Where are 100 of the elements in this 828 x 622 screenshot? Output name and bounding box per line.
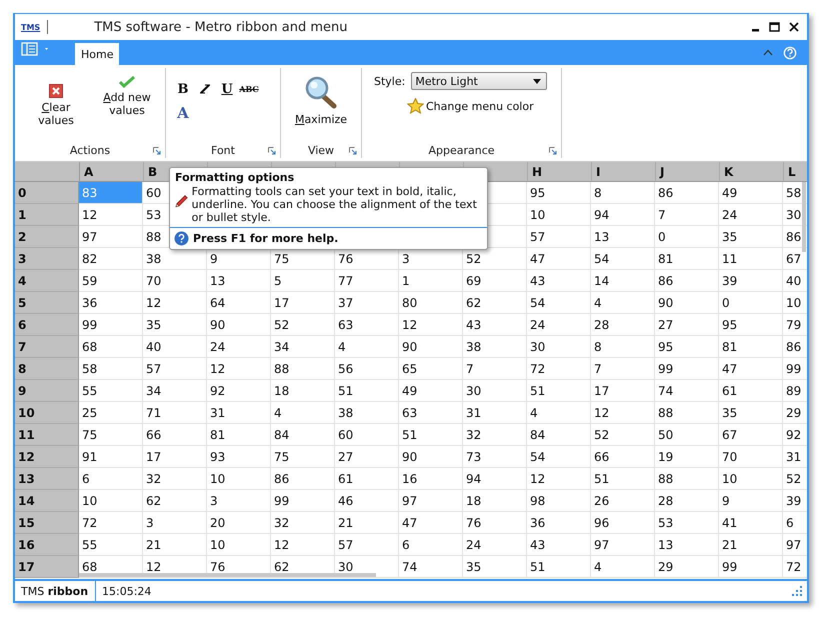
bold-button[interactable]: B bbox=[172, 80, 194, 98]
table-cell[interactable]: 12 bbox=[271, 534, 335, 556]
table-cell[interactable]: 94 bbox=[463, 468, 527, 490]
table-cell[interactable]: 47 bbox=[527, 248, 591, 270]
table-cell[interactable]: 7 bbox=[591, 358, 655, 380]
table-cell[interactable]: 69 bbox=[463, 270, 527, 292]
dialog-launcher-icon[interactable] bbox=[549, 147, 557, 155]
table-cell[interactable]: 72 bbox=[527, 358, 591, 380]
table-cell[interactable]: 12 bbox=[207, 358, 271, 380]
table-cell[interactable]: 41 bbox=[719, 512, 783, 534]
table-cell[interactable]: 86 bbox=[783, 336, 807, 358]
table-cell[interactable]: 99 bbox=[79, 314, 143, 336]
table-cell[interactable]: 62 bbox=[463, 292, 527, 314]
table-cell[interactable]: 47 bbox=[719, 358, 783, 380]
table-cell[interactable]: 68 bbox=[79, 336, 143, 358]
table-cell[interactable]: 0 bbox=[655, 226, 719, 248]
change-menu-color-button[interactable]: Change menu color bbox=[407, 98, 548, 114]
table-cell[interactable]: 74 bbox=[399, 556, 463, 578]
table-cell[interactable]: 53 bbox=[655, 512, 719, 534]
style-dropdown[interactable]: Metro Light bbox=[411, 72, 548, 90]
table-cell[interactable]: 21 bbox=[335, 512, 399, 534]
table-cell[interactable]: 76 bbox=[463, 512, 527, 534]
table-cell[interactable]: 66 bbox=[143, 424, 207, 446]
table-cell[interactable]: 54 bbox=[527, 292, 591, 314]
table-cell[interactable]: 12 bbox=[591, 402, 655, 424]
table-cell[interactable]: 49 bbox=[399, 380, 463, 402]
vertical-scrollbar[interactable] bbox=[802, 182, 806, 252]
table-cell[interactable]: 13 bbox=[655, 534, 719, 556]
table-cell[interactable]: 28 bbox=[591, 314, 655, 336]
table-cell[interactable]: 97 bbox=[79, 226, 143, 248]
font-color-button[interactable]: A bbox=[172, 104, 194, 122]
table-cell[interactable]: 61 bbox=[719, 380, 783, 402]
table-cell[interactable]: 13 bbox=[207, 270, 271, 292]
menu-icon[interactable] bbox=[21, 42, 51, 56]
ribbon-tab[interactable]: Home bbox=[75, 43, 120, 65]
table-cell[interactable]: 51 bbox=[335, 380, 399, 402]
table-cell[interactable]: 18 bbox=[463, 490, 527, 512]
table-cell[interactable]: 19 bbox=[655, 446, 719, 468]
table-cell[interactable]: 10 bbox=[207, 468, 271, 490]
table-cell[interactable]: 31 bbox=[783, 446, 807, 468]
table-cell[interactable]: 64 bbox=[207, 292, 271, 314]
table-cell[interactable]: 54 bbox=[591, 248, 655, 270]
table-cell[interactable]: 84 bbox=[527, 424, 591, 446]
table-cell[interactable]: 72 bbox=[783, 556, 807, 578]
table-cell[interactable]: 14 bbox=[591, 270, 655, 292]
table-cell[interactable]: 50 bbox=[655, 424, 719, 446]
table-cell[interactable]: 32 bbox=[143, 468, 207, 490]
table-cell[interactable]: 52 bbox=[271, 314, 335, 336]
table-cell[interactable]: 99 bbox=[783, 358, 807, 380]
resize-grip-icon[interactable] bbox=[792, 586, 803, 596]
table-cell[interactable]: 39 bbox=[719, 270, 783, 292]
table-cell[interactable]: 81 bbox=[719, 336, 783, 358]
table-cell[interactable]: 97 bbox=[783, 534, 807, 556]
table-cell[interactable]: 35 bbox=[143, 314, 207, 336]
table-cell[interactable]: 5 bbox=[271, 270, 335, 292]
table-cell[interactable]: 63 bbox=[399, 402, 463, 424]
table-cell[interactable]: 92 bbox=[783, 424, 807, 446]
table-cell[interactable]: 21 bbox=[143, 534, 207, 556]
close-icon[interactable] bbox=[789, 22, 799, 32]
table-cell[interactable]: 96 bbox=[591, 512, 655, 534]
table-cell[interactable]: 24 bbox=[207, 336, 271, 358]
table-cell[interactable]: 97 bbox=[399, 490, 463, 512]
underline-button[interactable]: U bbox=[216, 80, 238, 98]
table-cell[interactable]: 17 bbox=[271, 292, 335, 314]
table-cell[interactable]: 43 bbox=[463, 314, 527, 336]
table-cell[interactable]: 24 bbox=[463, 534, 527, 556]
table-cell[interactable]: 54 bbox=[527, 446, 591, 468]
table-cell[interactable]: 31 bbox=[463, 402, 527, 424]
table-cell[interactable]: 79 bbox=[783, 314, 807, 336]
dialog-launcher-icon[interactable] bbox=[268, 147, 276, 155]
checkmark-icon[interactable] bbox=[119, 76, 135, 88]
horizontal-scrollbar[interactable] bbox=[79, 573, 376, 577]
table-cell[interactable]: 28 bbox=[655, 490, 719, 512]
table-cell[interactable]: 7 bbox=[463, 358, 527, 380]
table-cell[interactable]: 74 bbox=[655, 380, 719, 402]
table-cell[interactable]: 57 bbox=[527, 226, 591, 248]
table-cell[interactable]: 34 bbox=[143, 380, 207, 402]
table-cell[interactable]: 57 bbox=[335, 534, 399, 556]
table-cell[interactable]: 59 bbox=[79, 270, 143, 292]
table-cell[interactable]: 4 bbox=[271, 402, 335, 424]
table-cell[interactable]: 6 bbox=[79, 468, 143, 490]
table-cell[interactable]: 13 bbox=[591, 226, 655, 248]
table-cell[interactable]: 99 bbox=[271, 490, 335, 512]
table-cell[interactable]: 92 bbox=[207, 380, 271, 402]
table-cell[interactable]: 82 bbox=[79, 248, 143, 270]
table-cell[interactable]: 6 bbox=[399, 534, 463, 556]
table-cell[interactable]: 40 bbox=[143, 336, 207, 358]
table-cell[interactable]: 38 bbox=[335, 402, 399, 424]
table-cell[interactable]: 43 bbox=[527, 534, 591, 556]
table-cell[interactable]: 77 bbox=[335, 270, 399, 292]
table-cell[interactable]: 62 bbox=[143, 490, 207, 512]
maximize-icon[interactable] bbox=[769, 22, 780, 32]
table-cell[interactable]: 60 bbox=[335, 424, 399, 446]
help-icon[interactable] bbox=[783, 46, 797, 60]
table-cell[interactable]: 88 bbox=[655, 468, 719, 490]
table-cell[interactable]: 9 bbox=[719, 490, 783, 512]
table-cell[interactable]: 70 bbox=[719, 446, 783, 468]
table-cell[interactable]: 52 bbox=[591, 424, 655, 446]
table-cell[interactable]: 16 bbox=[399, 468, 463, 490]
table-cell[interactable]: 55 bbox=[79, 534, 143, 556]
